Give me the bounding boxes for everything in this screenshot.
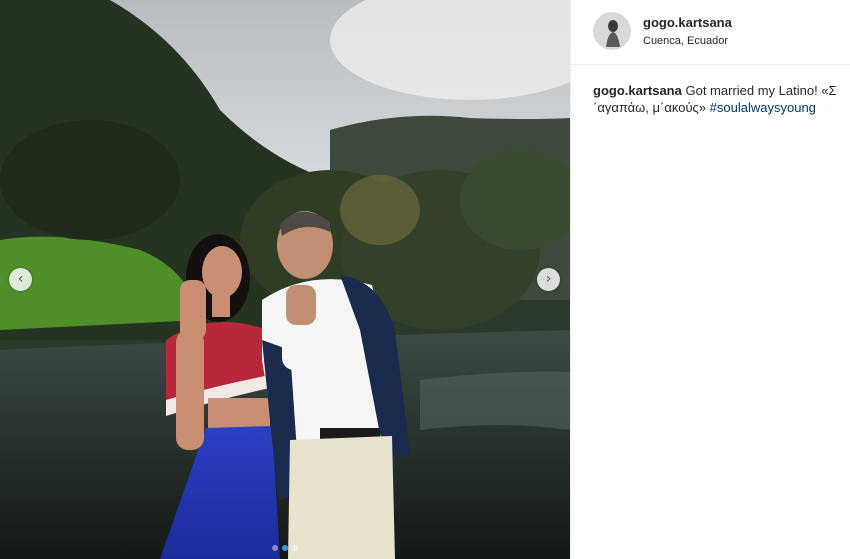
post-sidebar: gogo.kartsana Cuenca, Ecuador gogo.karts…: [570, 0, 850, 559]
hashtag-link[interactable]: #soulalwaysyoung: [710, 100, 816, 115]
username-link[interactable]: gogo.kartsana: [643, 15, 732, 30]
wedding-photo-image: [0, 0, 570, 559]
avatar-image-icon: [594, 13, 630, 49]
carousel-dot: [292, 545, 298, 551]
post-header: gogo.kartsana Cuenca, Ecuador: [571, 0, 850, 65]
carousel-dot-active: [282, 545, 288, 551]
post-photo[interactable]: ‹ ›: [0, 0, 570, 559]
avatar[interactable]: [593, 12, 631, 50]
post-caption: gogo.kartsana Got married my Latino! «Σ …: [593, 82, 843, 116]
previous-slide-button[interactable]: ‹: [9, 268, 32, 291]
location-link[interactable]: Cuenca, Ecuador: [643, 35, 728, 47]
carousel-dot: [272, 545, 278, 551]
caption-username-link[interactable]: gogo.kartsana: [593, 83, 682, 98]
carousel-indicator: [272, 545, 298, 551]
next-slide-button[interactable]: ›: [537, 268, 560, 291]
